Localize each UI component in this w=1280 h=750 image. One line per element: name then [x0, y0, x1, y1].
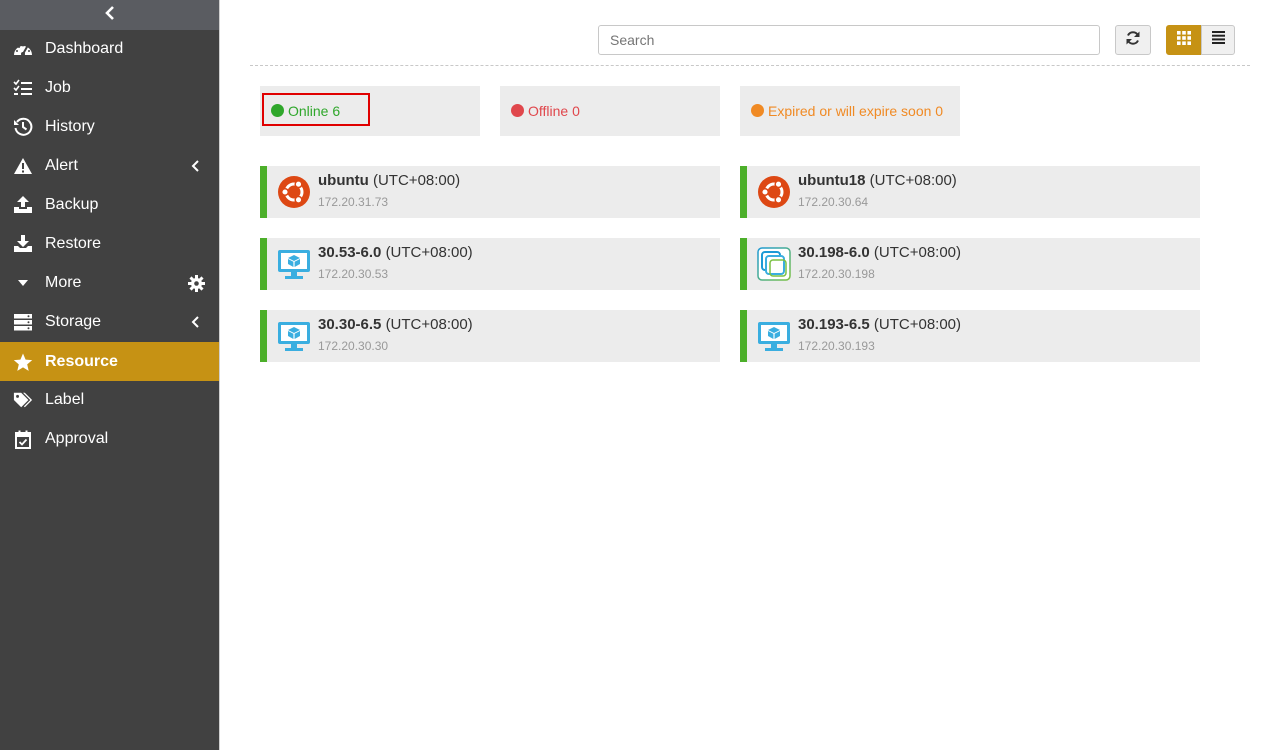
- sidebar-item-label: History: [45, 118, 95, 135]
- restore-icon: [13, 234, 33, 254]
- resource-card[interactable]: 30.193-6.5 (UTC+08:00) 172.20.30.193: [740, 310, 1200, 362]
- sidebar-item-label: Resource: [45, 353, 118, 370]
- resource-name: 30.193-6.5: [798, 316, 870, 333]
- vm-monitor-icon: [757, 319, 791, 353]
- offline-dot-icon: [511, 104, 524, 117]
- resource-name: 30.53-6.0: [318, 244, 382, 261]
- gear-icon[interactable]: [187, 274, 205, 292]
- resource-title: ubuntu (UTC+08:00): [318, 172, 460, 189]
- vm-monitor-icon: [277, 247, 311, 281]
- sidebar-item-label: Restore: [45, 235, 102, 252]
- resource-card[interactable]: ubuntu18 (UTC+08:00) 172.20.30.64: [740, 166, 1200, 218]
- expired-dot-icon: [751, 104, 764, 117]
- resource-card[interactable]: ubuntu (UTC+08:00) 172.20.31.73: [260, 166, 720, 218]
- grid-view-button[interactable]: [1166, 25, 1201, 55]
- sidebar-item-label: Storage: [45, 313, 102, 330]
- status-expired-label: Expired or will expire soon 0: [768, 103, 944, 119]
- resource-card[interactable]: 30.30-6.5 (UTC+08:00) 172.20.30.30: [260, 310, 720, 362]
- vmware-icon: [757, 247, 791, 281]
- sidebar-item-label: Job: [45, 79, 71, 96]
- sidebar-item-more[interactable]: More: [0, 263, 219, 302]
- refresh-button[interactable]: [1115, 25, 1151, 55]
- resource-timezone: (UTC+08:00): [385, 244, 473, 261]
- resource-title: ubuntu18 (UTC+08:00): [798, 172, 957, 189]
- backup-icon: [13, 195, 33, 215]
- list-icon: [1211, 31, 1225, 49]
- resource-title: 30.53-6.0 (UTC+08:00): [318, 244, 473, 261]
- status-filter-offline[interactable]: Offline 0: [500, 86, 720, 136]
- resource-ip: 172.20.30.193: [798, 339, 875, 353]
- resource-timezone: (UTC+08:00): [372, 172, 461, 189]
- resource-title: 30.193-6.5 (UTC+08:00): [798, 316, 961, 333]
- search-input[interactable]: [598, 25, 1100, 55]
- resource-ip: 172.20.31.73: [318, 195, 389, 209]
- resource-card[interactable]: 30.198-6.0 (UTC+08:00) 172.20.30.198: [740, 238, 1200, 290]
- sidebar-item-label-nav[interactable]: Label: [0, 380, 219, 419]
- sidebar-item-label: Approval: [45, 430, 109, 447]
- sidebar-item-restore[interactable]: Restore: [0, 224, 219, 263]
- star-icon: [13, 352, 33, 372]
- sidebar-item-history[interactable]: History: [0, 107, 219, 146]
- sidebar: Dashboard Job History Alert Backup Resto…: [0, 0, 220, 750]
- chevron-left-icon: [187, 313, 205, 331]
- sidebar-collapse-button[interactable]: [0, 0, 219, 30]
- resource-ip: 172.20.30.64: [798, 195, 869, 209]
- refresh-icon: [1125, 30, 1141, 51]
- sidebar-item-label: Alert: [45, 157, 78, 174]
- ubuntu-icon: [277, 175, 311, 209]
- vm-monitor-icon: [277, 319, 311, 353]
- sidebar-item-backup[interactable]: Backup: [0, 185, 219, 224]
- list-view-button[interactable]: [1201, 25, 1235, 55]
- sidebar-item-approval[interactable]: Approval: [0, 419, 219, 458]
- resource-title: 30.198-6.0 (UTC+08:00): [798, 244, 961, 261]
- resource-title: 30.30-6.5 (UTC+08:00): [318, 316, 473, 333]
- storage-icon: [13, 312, 33, 332]
- status-offline-label: Offline 0: [528, 103, 580, 119]
- sidebar-item-job[interactable]: Job: [0, 68, 219, 107]
- sidebar-item-resource[interactable]: Resource: [0, 342, 219, 381]
- sidebar-item-dashboard[interactable]: Dashboard: [0, 29, 219, 68]
- status-filter-expired[interactable]: Expired or will expire soon 0: [740, 86, 960, 136]
- resource-ip: 172.20.30.53: [318, 267, 389, 281]
- main-content: Online 6 Offline 0 Expired or will expir…: [220, 0, 1280, 750]
- sidebar-item-label: Dashboard: [45, 40, 124, 57]
- caret-down-icon: [13, 273, 33, 293]
- job-list-icon: [13, 78, 33, 98]
- sidebar-item-label: Backup: [45, 196, 99, 213]
- resource-timezone: (UTC+08:00): [869, 172, 957, 189]
- toolbar-divider: [250, 65, 1250, 66]
- alert-icon: [13, 156, 33, 176]
- resource-timezone: (UTC+08:00): [385, 316, 473, 333]
- resource-timezone: (UTC+08:00): [873, 244, 962, 261]
- sidebar-item-storage[interactable]: Storage: [0, 302, 219, 341]
- sidebar-item-label: Label: [45, 391, 85, 408]
- highlight-box: [262, 93, 370, 126]
- chevron-left-icon: [104, 5, 116, 25]
- sidebar-item-label: More: [45, 274, 82, 291]
- resource-name: ubuntu: [318, 172, 369, 189]
- resource-name: 30.30-6.5: [318, 316, 382, 333]
- ubuntu-icon: [757, 175, 791, 209]
- dashboard-icon: [13, 39, 33, 59]
- resource-ip: 172.20.30.198: [798, 267, 875, 281]
- resource-card[interactable]: 30.53-6.0 (UTC+08:00) 172.20.30.53: [260, 238, 720, 290]
- chevron-left-icon: [187, 157, 205, 175]
- resource-ip: 172.20.30.30: [318, 339, 389, 353]
- resource-name: ubuntu18: [798, 172, 866, 189]
- resource-timezone: (UTC+08:00): [873, 316, 962, 333]
- grid-icon: [1176, 30, 1191, 50]
- sidebar-item-alert[interactable]: Alert: [0, 146, 219, 185]
- calendar-check-icon: [13, 429, 33, 449]
- resource-name: 30.198-6.0: [798, 244, 870, 261]
- tags-icon: [13, 390, 33, 410]
- history-icon: [13, 117, 33, 137]
- status-filter-online[interactable]: Online 6: [260, 86, 480, 136]
